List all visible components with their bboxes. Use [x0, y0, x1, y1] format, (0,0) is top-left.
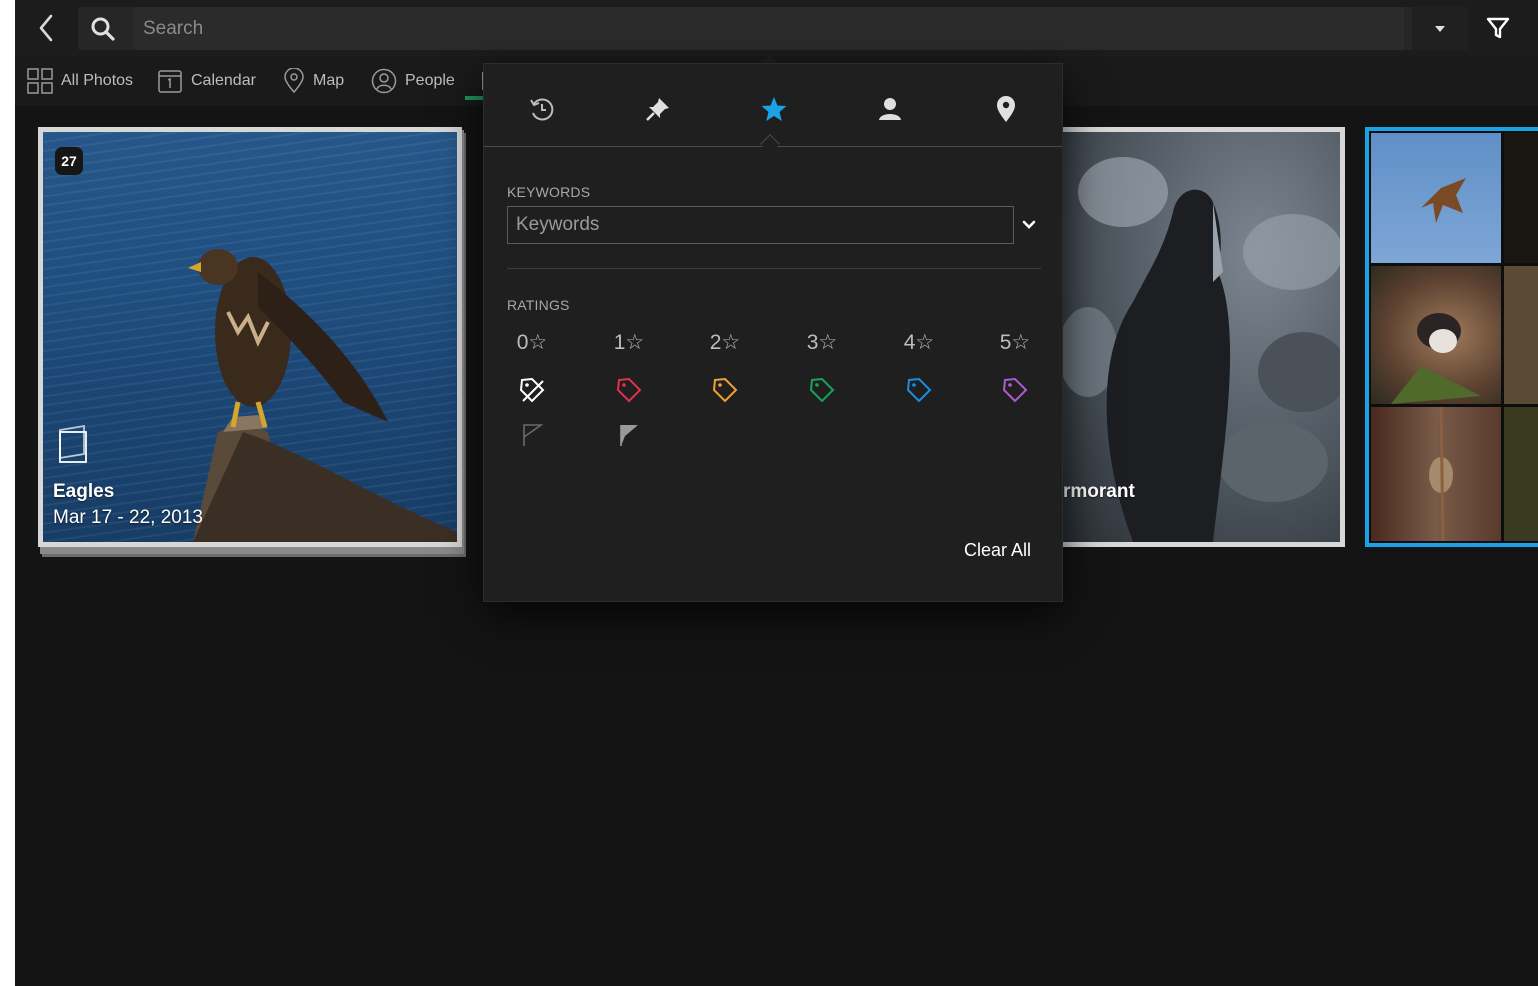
filter-popover: KEYWORDS RATINGS 0☆ 1☆ 2☆ 3☆ 4☆ 5☆ — [483, 63, 1063, 602]
tab-recent[interactable] — [512, 86, 572, 132]
top-bar — [15, 0, 1538, 56]
nav-people[interactable]: People — [371, 67, 455, 95]
flag-filled-icon — [620, 425, 638, 446]
label-red-button[interactable] — [609, 375, 649, 405]
album-icon — [59, 424, 87, 463]
chevron-left-icon — [39, 14, 53, 42]
green-tag-icon — [809, 377, 835, 403]
filter-button[interactable] — [1482, 12, 1514, 44]
nav-people-label: People — [405, 72, 455, 89]
nav-calendar-label: Calendar — [191, 72, 256, 89]
nav-all-photos[interactable]: All Photos — [27, 67, 133, 95]
rating-4-star[interactable]: 4☆ — [889, 330, 949, 355]
album-card-eagles[interactable]: 27 Eagles Mar 17 - 22, 2013 — [38, 127, 462, 547]
keywords-input[interactable] — [507, 206, 1014, 244]
person-icon — [879, 98, 901, 120]
star-icon — [761, 97, 787, 121]
grid-thumb-hawk — [1371, 133, 1501, 263]
rating-2-star[interactable]: 2☆ — [695, 330, 755, 355]
label-blue-button[interactable] — [899, 375, 939, 405]
grid-thumb-sparrow — [1371, 407, 1501, 541]
grid-thumb — [1504, 407, 1538, 541]
rating-3-star[interactable]: 3☆ — [792, 330, 852, 355]
purple-tag-icon — [1002, 377, 1028, 403]
clear-all-button[interactable]: Clear All — [964, 540, 1031, 561]
nav-map[interactable]: Map — [283, 67, 344, 95]
label-green-button[interactable] — [802, 375, 842, 405]
nav-calendar[interactable]: Calendar — [157, 67, 256, 95]
album-photo: rmorant — [1063, 132, 1340, 542]
tab-ratings[interactable] — [744, 86, 804, 132]
history-icon — [530, 98, 554, 121]
chevron-down-icon — [1022, 220, 1036, 229]
blue-tag-icon — [906, 377, 932, 403]
album-card-cormorant[interactable]: rmorant — [1058, 127, 1345, 547]
rating-5-star[interactable]: 5☆ — [985, 330, 1045, 355]
album-photo: 27 Eagles Mar 17 - 22, 2013 — [43, 132, 457, 542]
search-icon — [91, 17, 115, 41]
back-button[interactable] — [31, 12, 61, 44]
album-title: Eagles — [53, 481, 115, 502]
map-pin-icon — [284, 68, 304, 94]
keywords-label: KEYWORDS — [507, 184, 591, 200]
filter-tabs — [484, 64, 1062, 147]
nav-all-photos-label: All Photos — [61, 72, 134, 89]
album-card-selected[interactable] — [1365, 127, 1538, 547]
photo-count-badge: 27 — [55, 147, 83, 175]
keywords-dropdown-button[interactable] — [1017, 212, 1041, 238]
red-tag-icon — [616, 377, 642, 403]
pin-icon — [646, 98, 669, 121]
album-date: Mar 17 - 22, 2013 — [53, 507, 203, 528]
ratings-label: RATINGS — [507, 297, 570, 313]
tab-pinned[interactable] — [628, 86, 688, 132]
location-icon — [997, 96, 1015, 122]
no-tag-icon — [519, 377, 545, 403]
left-edge-strip — [0, 0, 15, 986]
caret-down-icon — [1435, 25, 1445, 32]
rating-0-star[interactable]: 0☆ — [502, 330, 562, 355]
grid-thumb — [1504, 266, 1538, 404]
album-title: rmorant — [1063, 481, 1135, 502]
tab-people[interactable] — [860, 86, 920, 132]
grid-thumb-junco — [1371, 266, 1501, 404]
grid-thumb — [1504, 133, 1538, 263]
nav-map-label: Map — [313, 72, 345, 89]
search-input[interactable] — [134, 7, 1404, 50]
flag-picked-button[interactable] — [609, 420, 649, 450]
section-divider — [507, 268, 1041, 269]
calendar-icon — [158, 70, 182, 93]
label-none-button[interactable] — [512, 375, 552, 405]
grid-icon — [27, 68, 53, 94]
label-purple-button[interactable] — [995, 375, 1035, 405]
label-orange-button[interactable] — [705, 375, 745, 405]
person-circle-icon — [371, 68, 397, 94]
filter-funnel-icon — [1486, 17, 1510, 39]
search-dropdown-button[interactable] — [1412, 7, 1468, 50]
tab-places[interactable] — [976, 86, 1036, 132]
photo-app: All Photos Calendar Map People — [15, 0, 1538, 986]
flag-outline-icon — [523, 424, 544, 446]
search-bar — [78, 7, 1468, 50]
rating-1-star[interactable]: 1☆ — [599, 330, 659, 355]
orange-tag-icon — [712, 377, 738, 403]
flag-unflagged-button[interactable] — [512, 420, 552, 450]
